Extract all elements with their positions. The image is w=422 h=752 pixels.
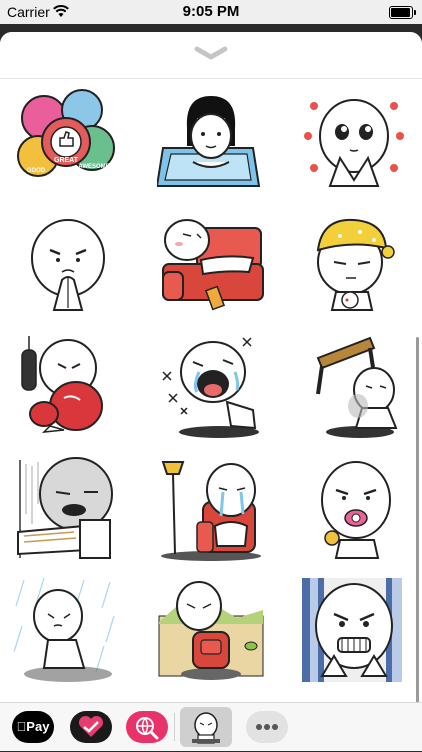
sticker-boxing-glove[interactable]: [14, 332, 122, 440]
badge-text: GOOD: [27, 168, 46, 174]
clock-time: 9:05 PM: [182, 3, 240, 20]
search-app-button[interactable]: [126, 711, 168, 743]
sticker-laughing-floor[interactable]: [157, 332, 265, 440]
sticker-praying-hands[interactable]: [14, 210, 122, 318]
badge-text: AWESOME: [78, 164, 109, 170]
apple-pay-label: Pay: [17, 719, 50, 734]
sticker-sleepy-nightcap[interactable]: [300, 210, 408, 318]
more-apps-button[interactable]: [246, 711, 288, 743]
heart-app-button[interactable]: [70, 711, 112, 743]
ellipsis-icon: [256, 724, 278, 730]
badge-text: GREAT: [54, 157, 79, 164]
sticker-writing-desk[interactable]: [14, 454, 122, 562]
sticker-pacifier-baby[interactable]: [300, 454, 408, 562]
sticker-girl-on-tablet[interactable]: [155, 88, 265, 196]
sticker-pack-app-button[interactable]: [180, 707, 232, 747]
sticker-sheet: GREAT GOOD AWESOME: [0, 32, 422, 750]
sticker-scared-stripes[interactable]: [300, 576, 408, 684]
battery-icon: [389, 6, 416, 19]
status-bar: Carrier 9:05 PM: [0, 0, 422, 24]
tray-divider: [174, 713, 175, 741]
sticker-lying-on-couch[interactable]: [157, 210, 265, 318]
sticker-crying-armchair[interactable]: [157, 454, 265, 562]
sticker-table-flip[interactable]: [300, 332, 408, 440]
scrollbar[interactable]: [416, 337, 419, 709]
collapse-chevron-icon[interactable]: [193, 44, 229, 64]
sticker-backpack-field[interactable]: [157, 576, 265, 684]
apple-pay-button[interactable]: Pay: [12, 711, 54, 743]
sheet-header: [0, 32, 422, 79]
heart-icon: [78, 715, 104, 737]
sticker-pack-thumbnail-icon: [192, 712, 220, 744]
sticker-sparkly-eyes[interactable]: [300, 88, 408, 196]
sticker-thumbs-up-badges[interactable]: GREAT GOOD AWESOME: [14, 88, 122, 196]
globe-search-icon: [136, 717, 159, 740]
sticker-rain-walk[interactable]: [13, 576, 122, 684]
app-drawer: Pay: [0, 702, 422, 751]
